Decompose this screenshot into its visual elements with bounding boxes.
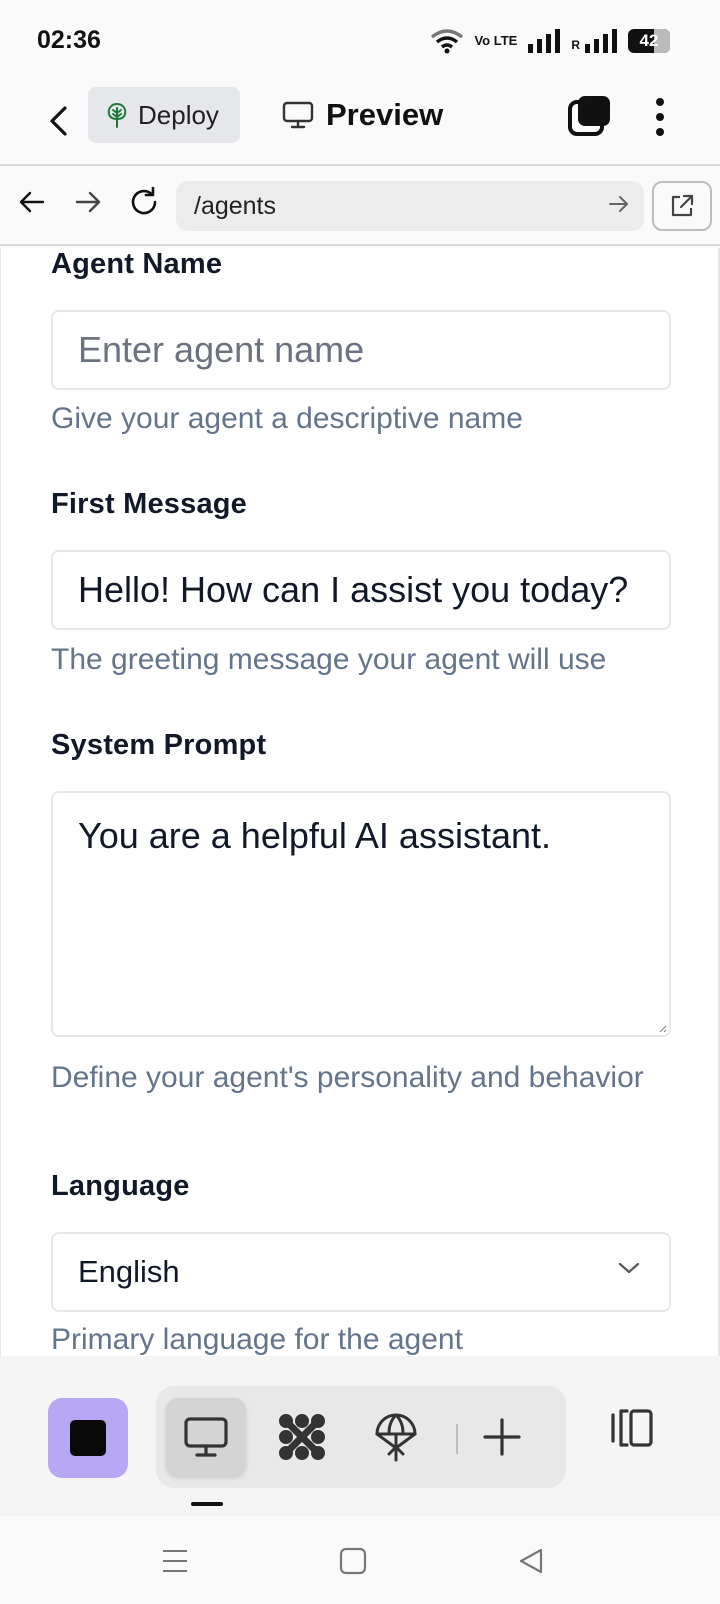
agent-name-input[interactable]: Enter agent name xyxy=(51,310,671,390)
language-help: Primary language for the agent xyxy=(51,1323,463,1356)
panel-toggle-icon xyxy=(611,1409,653,1447)
resize-grip-icon[interactable] xyxy=(657,1023,667,1033)
active-tab-indicator xyxy=(191,1502,223,1506)
agent-name-label: Agent Name xyxy=(51,248,223,280)
reload-button[interactable] xyxy=(124,182,164,222)
open-external-button[interactable] xyxy=(652,181,712,231)
chevron-down-icon xyxy=(618,1262,640,1274)
url-text: /agents xyxy=(194,191,277,220)
back-button[interactable] xyxy=(38,96,78,146)
network-icon xyxy=(279,1414,325,1460)
browser-forward-button[interactable] xyxy=(68,182,108,222)
app-bar: Deploy Preview xyxy=(0,80,720,166)
signal-icon xyxy=(528,29,561,53)
tabs-button[interactable] xyxy=(567,93,613,139)
deploy-tool-button[interactable] xyxy=(356,1398,436,1476)
external-link-icon xyxy=(671,194,694,217)
first-message-input[interactable]: Hello! How can I assist you today? xyxy=(51,550,671,630)
system-prompt-textarea[interactable]: You are a helpful AI assistant. xyxy=(51,791,671,1037)
desktop-tool-button[interactable] xyxy=(166,1398,246,1476)
roaming-indicator: R xyxy=(571,38,580,52)
status-time: 02:36 xyxy=(37,26,101,54)
agent-form: Agent Name Enter agent name Give your ag… xyxy=(0,248,720,1356)
toolbar-divider xyxy=(456,1424,458,1454)
chevron-left-icon xyxy=(50,106,67,136)
parachute-icon xyxy=(375,1413,417,1462)
integrations-tool-button[interactable] xyxy=(262,1398,342,1476)
recent-apps-button[interactable] xyxy=(158,1544,192,1578)
system-navigation-bar xyxy=(0,1516,720,1604)
plus-icon xyxy=(483,1418,521,1456)
first-message-help: The greeting message your agent will use xyxy=(51,643,607,676)
browser-back-button[interactable] xyxy=(12,182,52,222)
url-input[interactable]: /agents xyxy=(176,181,644,231)
system-prompt-help: Define your agent's personality and beha… xyxy=(51,1061,644,1094)
system-back-button[interactable] xyxy=(514,1544,548,1578)
wifi-icon xyxy=(431,29,464,54)
signal-icon-2 xyxy=(585,29,617,53)
go-arrow-icon[interactable] xyxy=(608,193,630,215)
battery-icon: 42 xyxy=(628,29,670,53)
language-selected: English xyxy=(78,1254,180,1289)
browser-bar: /agents xyxy=(0,166,720,246)
system-prompt-label: System Prompt xyxy=(51,729,267,761)
preview-label: Preview xyxy=(326,97,444,132)
first-message-label: First Message xyxy=(51,488,248,520)
home-square-icon xyxy=(339,1547,367,1575)
monitor-icon xyxy=(184,1417,228,1457)
stop-icon xyxy=(70,1420,106,1456)
panel-toggle-button[interactable] xyxy=(606,1406,656,1450)
bottom-toolbar xyxy=(0,1356,720,1516)
arrow-right-icon xyxy=(75,191,101,213)
monitor-icon xyxy=(282,101,314,129)
lte-indicator: Vo LTE xyxy=(474,33,518,48)
menu-lines-icon xyxy=(163,1550,187,1572)
triangle-back-icon xyxy=(519,1548,543,1574)
status-icons: Vo LTE R 42 xyxy=(430,26,670,56)
stacked-squares-icon xyxy=(568,96,610,136)
battery-level: 42 xyxy=(639,31,659,50)
language-select[interactable]: English xyxy=(51,1232,671,1312)
tree-icon xyxy=(107,102,127,128)
agent-name-help: Give your agent a descriptive name xyxy=(51,402,523,435)
refresh-icon xyxy=(131,186,157,215)
home-button[interactable] xyxy=(336,1544,370,1578)
preview-button[interactable]: Preview xyxy=(282,87,443,143)
deploy-button[interactable]: Deploy xyxy=(88,87,240,143)
language-label: Language xyxy=(51,1170,190,1202)
status-bar: 02:36 Vo LTE R 42 xyxy=(0,0,720,80)
add-tool-button[interactable] xyxy=(462,1398,542,1476)
stop-button[interactable] xyxy=(48,1398,128,1478)
system-prompt-text: You are a helpful AI assistant. xyxy=(78,815,551,856)
deploy-label: Deploy xyxy=(138,99,219,130)
kebab-menu-icon xyxy=(656,98,664,106)
arrow-left-icon xyxy=(19,191,45,213)
more-menu-button[interactable] xyxy=(645,92,675,142)
tool-group xyxy=(156,1386,566,1488)
